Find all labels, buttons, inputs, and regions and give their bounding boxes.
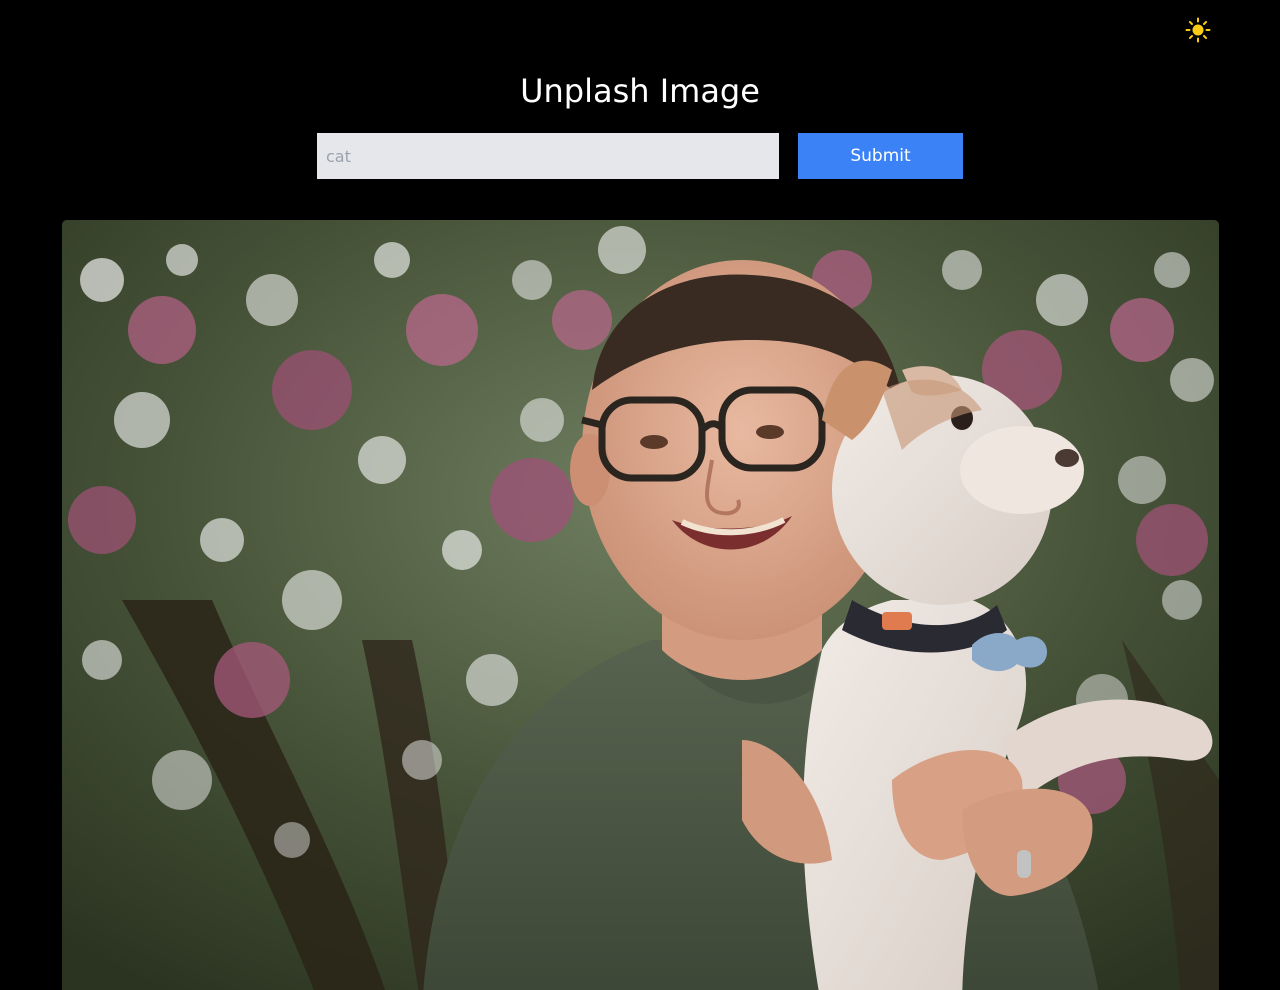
search-input[interactable] [317, 133, 779, 179]
theme-toggle-button[interactable] [1184, 16, 1212, 44]
app-page: Unplash Image Submit [0, 0, 1280, 990]
sun-icon [1185, 17, 1211, 43]
result-image [62, 220, 1219, 990]
photo-man-holding-dog [62, 220, 1219, 990]
page-title: Unplash Image [520, 72, 760, 110]
search-form: Submit [317, 133, 963, 179]
submit-button[interactable]: Submit [798, 133, 963, 179]
